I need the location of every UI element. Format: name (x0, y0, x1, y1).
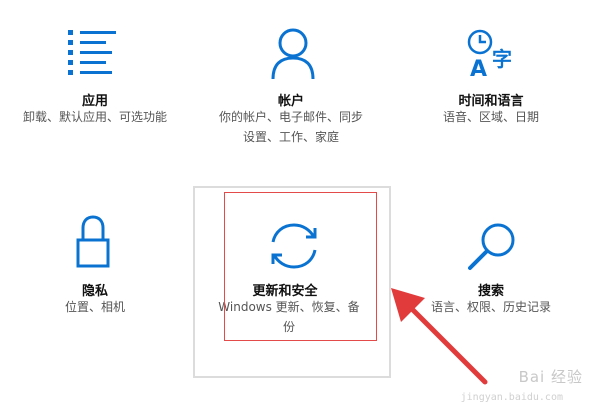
search-icon (464, 218, 520, 274)
svg-text:A: A (470, 57, 487, 80)
tile-desc: 语音、区域、日期 (396, 107, 586, 127)
tile-desc: 卸载、默认应用、可选功能 (0, 107, 190, 127)
desc-line: 你的帐户、电子邮件、同步 (218, 110, 363, 124)
tile-desc: 你的帐户、电子邮件、同步 设置、工作、家庭 (196, 107, 386, 147)
tile-time-language[interactable]: A 字 时间和语言 语音、区域、日期 (396, 0, 586, 180)
desc-line: 位置、相机 (64, 300, 125, 314)
watermark-url: jingyan.baidu.com (460, 392, 563, 403)
lock-icon (76, 214, 110, 270)
apps-list-icon (68, 30, 116, 76)
desc-line: 设置、工作、家庭 (242, 130, 339, 144)
svg-text:字: 字 (492, 47, 512, 71)
person-icon (271, 28, 315, 80)
tile-apps[interactable]: 应用 卸载、默认应用、可选功能 (0, 0, 190, 180)
desc-line: 语音、区域、日期 (442, 110, 539, 124)
time-language-icon: A 字 (466, 28, 518, 80)
tile-privacy[interactable]: 隐私 位置、相机 (0, 190, 190, 380)
pointer-arrow-icon (385, 282, 495, 396)
watermark-text: Bai 经验 (518, 368, 583, 386)
highlight-box (224, 192, 377, 341)
tile-accounts[interactable]: 帐户 你的帐户、电子邮件、同步 设置、工作、家庭 (196, 0, 386, 180)
desc-line: 卸载、默认应用、可选功能 (22, 110, 167, 124)
tile-desc: 位置、相机 (0, 297, 190, 317)
